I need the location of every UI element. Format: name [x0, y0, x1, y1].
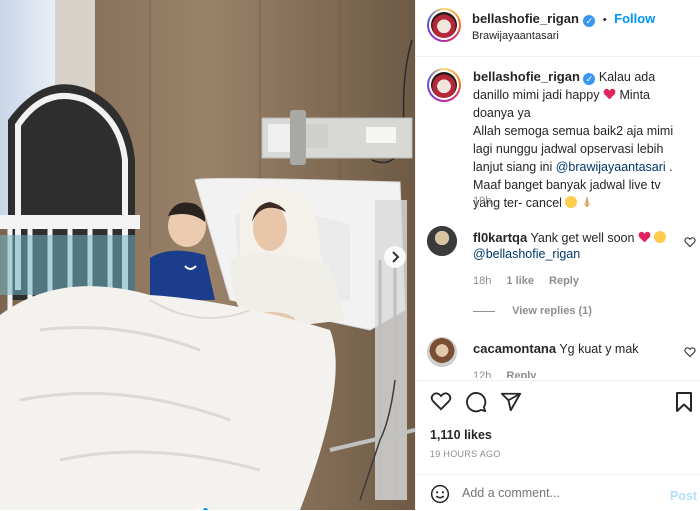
caption: bellashofie_rigan ✓ Kalau ada danillo mi…	[473, 68, 691, 212]
comment-time: 18h	[473, 275, 492, 287]
header-author: bellashofie_rigan ✓ • Follow	[472, 10, 655, 28]
reply-button[interactable]: Reply	[506, 370, 536, 378]
comment-meta-clipped: 12h Reply	[473, 370, 536, 378]
like-comment-heart-icon[interactable]	[684, 236, 696, 248]
smiley-icon[interactable]	[430, 484, 450, 504]
action-bar	[416, 380, 700, 421]
comment-avatar[interactable]	[427, 337, 457, 367]
red-heart-emoji-icon	[638, 231, 651, 243]
caption-text: mimi jadi happy	[512, 88, 600, 102]
caption-mention[interactable]: @brawijayaantasari	[556, 160, 666, 174]
chevron-right-icon	[392, 251, 400, 263]
likes-count[interactable]: 1,110 likes	[430, 428, 492, 442]
caption-time: 19h	[473, 195, 492, 207]
comment-icon[interactable]	[465, 391, 487, 413]
verified-badge-icon: ✓	[583, 15, 596, 27]
comment-2: cacamontana Yg kuat y mak	[473, 341, 678, 357]
verified-badge-icon: ✓	[583, 73, 596, 85]
comment-avatar[interactable]	[427, 226, 457, 256]
author-username[interactable]: bellashofie_rigan	[472, 11, 579, 26]
like-comment-heart-icon[interactable]	[684, 346, 696, 358]
praying-hands-emoji-icon	[581, 195, 593, 207]
carousel-dots	[195, 500, 211, 510]
red-heart-emoji-icon	[603, 88, 616, 100]
comment-text: Yank get well soon	[530, 231, 635, 245]
avatar[interactable]	[427, 8, 461, 42]
caption-avatar[interactable]	[427, 68, 461, 102]
post-side-panel: bellashofie_rigan ✓ • Follow Brawijayaan…	[415, 0, 700, 510]
hospital-room-photo	[0, 0, 415, 510]
post-comment-button[interactable]: Post	[670, 489, 697, 503]
comment-meta: 18h 1 like Reply	[473, 275, 579, 287]
view-replies-button[interactable]: View replies (1)	[473, 305, 592, 317]
comment-username[interactable]: cacamontana	[473, 341, 556, 356]
caption-text: .	[669, 160, 673, 174]
share-icon[interactable]	[500, 391, 522, 413]
separator-dot: •	[602, 14, 607, 26]
reply-button[interactable]: Reply	[549, 275, 579, 287]
bookmark-icon[interactable]	[675, 391, 693, 413]
comment-time: 12h	[473, 370, 492, 378]
next-photo-button[interactable]	[384, 246, 406, 268]
caption-text: Allah semoga semua baik2 aja mimi	[473, 124, 674, 138]
smiling-face-emoji-icon	[654, 231, 667, 243]
follow-button[interactable]: Follow	[614, 11, 655, 26]
heart-icon[interactable]	[430, 391, 452, 411]
caption-text: lanjut siang ini	[473, 160, 553, 174]
post-timestamp: 19 HOURS AGO	[430, 449, 501, 459]
post-photo[interactable]	[0, 0, 415, 510]
comment-composer: Post	[416, 474, 700, 511]
view-replies-label: View replies (1)	[512, 305, 592, 317]
caption-text: lagi nunggu jadwal opservasi lebih	[473, 142, 664, 156]
comment-mention[interactable]: @bellashofie_rigan	[473, 247, 580, 261]
caption-username[interactable]: bellashofie_rigan	[473, 69, 580, 84]
comment-username[interactable]: fl0kartqa	[473, 230, 527, 245]
divider	[473, 310, 495, 312]
comment-input[interactable]	[462, 483, 652, 503]
comment-text: Yg kuat y mak	[559, 342, 639, 356]
location-link[interactable]: Brawijayaantasari	[472, 30, 559, 42]
sad-face-emoji-icon	[565, 196, 578, 208]
post-header: bellashofie_rigan ✓ • Follow Brawijayaan…	[416, 0, 700, 57]
comment-1: fl0kartqa Yank get well soon @bellashofi…	[473, 230, 678, 262]
caption-text: Maaf banget banyak jadwal live tv	[473, 178, 661, 192]
comment-likes[interactable]: 1 like	[506, 275, 534, 287]
